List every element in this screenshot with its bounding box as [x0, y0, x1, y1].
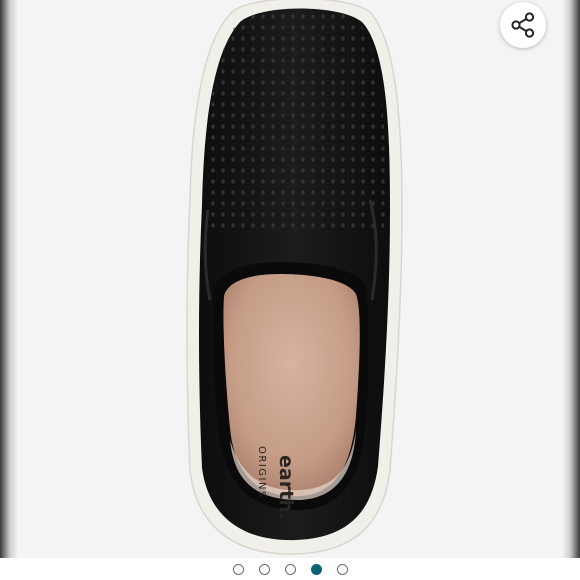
carousel-dot-5[interactable]	[336, 563, 348, 575]
carousel-dot-4[interactable]	[310, 563, 322, 575]
share-icon	[511, 12, 535, 38]
share-button[interactable]	[500, 2, 546, 48]
carousel-dot-1[interactable]	[232, 563, 244, 575]
product-image-viewer: earth. ORIGINS	[0, 0, 580, 580]
carousel-dot-2[interactable]	[258, 563, 270, 575]
carousel-pagination	[0, 558, 580, 580]
brand-subtitle: ORIGINS	[256, 446, 267, 499]
shoe-image: earth. ORIGINS	[186, 0, 403, 555]
brand-wordmark: earth.	[275, 455, 297, 520]
product-photo[interactable]: earth. ORIGINS	[18, 0, 562, 558]
carousel-dot-3[interactable]	[284, 563, 296, 575]
